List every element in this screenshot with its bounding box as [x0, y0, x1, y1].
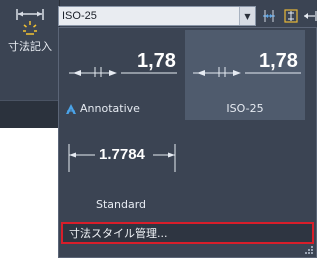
style-tile-label: Standard: [95, 198, 147, 211]
dimension-preview-value: 1.7784: [99, 146, 145, 163]
dimension-icon: [16, 9, 44, 35]
dimension-style-gallery: 1,78 Annotative 1,78 ISO-25 1.7784 Stand…: [58, 27, 317, 258]
annotative-icon: [66, 104, 76, 114]
style-tile-label: ISO-25: [226, 102, 264, 115]
dimension-tool-button[interactable]: 寸法記入: [0, 4, 60, 64]
dimension-style-select[interactable]: ISO-25 ▼: [58, 6, 256, 26]
style-tile-iso-25[interactable]: 1,78 ISO-25: [185, 30, 305, 120]
dimension-style-select-value: ISO-25: [62, 10, 97, 22]
dimension-linear-icon[interactable]: [260, 7, 278, 25]
ribbon-panel-footer: [0, 100, 60, 128]
style-tile-standard[interactable]: 1.7784 Standard: [61, 124, 181, 214]
manage-dimension-styles-item[interactable]: 寸法スタイル管理...: [61, 222, 314, 244]
manage-dimension-styles-label: 寸法スタイル管理...: [69, 227, 168, 240]
dimension-override-icon[interactable]: [301, 7, 319, 25]
dimension-preview-value: 1,78: [137, 50, 176, 72]
dimension-update-icon[interactable]: [282, 7, 300, 25]
style-tile-annotative[interactable]: 1,78 Annotative: [61, 30, 181, 120]
dimension-style-toolbar: ISO-25 ▼: [58, 3, 317, 27]
style-tile-label: Annotative: [80, 102, 140, 115]
chevron-down-icon[interactable]: ▼: [239, 7, 255, 25]
resize-grip-icon[interactable]: [305, 246, 313, 254]
dimension-tool-label: 寸法記入: [8, 40, 52, 53]
dimension-preview-value: 1,78: [259, 50, 298, 72]
